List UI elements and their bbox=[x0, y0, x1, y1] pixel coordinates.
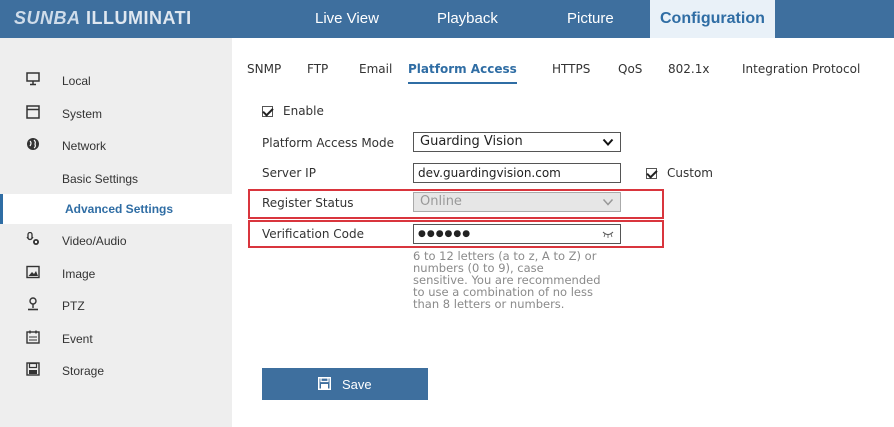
tab-qos[interactable]: QoS bbox=[618, 62, 642, 84]
sidebar-item-video-audio[interactable]: Video/Audio bbox=[0, 226, 232, 256]
sidebar-item-event[interactable]: Event bbox=[0, 324, 232, 354]
sidebar-label-image: Image bbox=[62, 267, 96, 281]
sidebar-label-local: Local bbox=[62, 74, 91, 88]
custom-label: Custom bbox=[667, 166, 713, 180]
hint-line-5: than 8 letters or numbers. bbox=[413, 297, 565, 311]
enable-label: Enable bbox=[283, 104, 324, 118]
sidebar-item-advanced-settings[interactable]: Advanced Settings bbox=[0, 194, 232, 224]
window-icon bbox=[26, 105, 40, 119]
tab-email[interactable]: Email bbox=[359, 62, 392, 84]
sidebar-label-basic-settings: Basic Settings bbox=[62, 172, 139, 186]
sidebar-item-image[interactable]: Image bbox=[0, 259, 232, 289]
ptz-icon bbox=[28, 297, 38, 311]
platform-access-mode-select[interactable]: Guarding Vision bbox=[413, 132, 621, 152]
logo-part2: ILLUMINATI bbox=[86, 8, 192, 28]
register-status-select: Online bbox=[413, 192, 621, 212]
sidebar-item-ptz[interactable]: PTZ bbox=[0, 291, 232, 321]
tab-snmp[interactable]: SNMP bbox=[247, 62, 281, 84]
sidebar-item-basic-settings[interactable]: Basic Settings bbox=[0, 164, 232, 194]
tab-platform-access[interactable]: Platform Access bbox=[408, 62, 517, 84]
eye-hidden-icon[interactable] bbox=[602, 229, 614, 239]
monitor-icon bbox=[26, 72, 40, 86]
tab-8021x[interactable]: 802.1x bbox=[668, 62, 709, 84]
nav-configuration[interactable]: Configuration bbox=[650, 0, 775, 38]
sidebar-label-network: Network bbox=[62, 139, 107, 153]
disk-icon bbox=[26, 362, 40, 376]
platform-access-mode-label: Platform Access Mode bbox=[262, 136, 395, 150]
sidebar-label-system: System bbox=[62, 107, 103, 121]
sidebar-label-advanced-settings: Advanced Settings bbox=[65, 202, 174, 216]
save-button[interactable]: Save bbox=[262, 368, 428, 400]
image-icon bbox=[26, 265, 40, 279]
globe-icon bbox=[27, 138, 39, 150]
verification-code-value: ●●●●●● bbox=[418, 229, 472, 239]
sidebar-label-event: Event bbox=[62, 332, 93, 346]
register-status-label: Register Status bbox=[262, 196, 354, 210]
sidebar-item-network[interactable]: Network bbox=[0, 131, 232, 161]
verification-code-input[interactable]: ●●●●●● bbox=[413, 224, 621, 244]
enable-checkbox[interactable] bbox=[262, 106, 273, 117]
save-label: Save bbox=[342, 377, 372, 392]
verification-code-label: Verification Code bbox=[262, 227, 364, 241]
sidebar-label-storage: Storage bbox=[62, 364, 105, 378]
config-tabs: SNMP FTP Email Platform Access HTTPS QoS… bbox=[232, 38, 894, 88]
sidebar-item-system[interactable]: System bbox=[0, 99, 232, 129]
top-nav-bar: SUNBA ILLUMINATI Live View Playback Pict… bbox=[0, 0, 894, 38]
brand-logo: SUNBA ILLUMINATI bbox=[14, 8, 192, 29]
logo-part1: SUNBA bbox=[14, 8, 81, 28]
sidebar-label-ptz: PTZ bbox=[62, 299, 85, 313]
tab-https[interactable]: HTTPS bbox=[552, 62, 590, 84]
sidebar: Local System Network Basic Settings Adva… bbox=[0, 38, 232, 427]
sidebar-label-video-audio: Video/Audio bbox=[62, 234, 127, 248]
custom-checkbox[interactable] bbox=[646, 168, 657, 179]
mic-camera-icon bbox=[26, 232, 39, 245]
tab-ftp[interactable]: FTP bbox=[307, 62, 328, 84]
nav-live-view[interactable]: Live View bbox=[315, 0, 379, 38]
sidebar-item-local[interactable]: Local bbox=[0, 66, 232, 96]
calendar-icon bbox=[26, 330, 40, 344]
nav-picture[interactable]: Picture bbox=[567, 0, 614, 38]
platform-access-mode-value: Guarding Vision bbox=[420, 134, 523, 149]
server-ip-label: Server IP bbox=[262, 166, 316, 180]
chevron-down-icon bbox=[602, 138, 614, 146]
save-icon bbox=[318, 377, 331, 390]
register-status-value: Online bbox=[420, 194, 462, 209]
chevron-down-icon bbox=[602, 198, 614, 206]
sidebar-item-storage[interactable]: Storage bbox=[0, 356, 232, 386]
nav-playback[interactable]: Playback bbox=[437, 0, 498, 38]
tab-integration-protocol[interactable]: Integration Protocol bbox=[742, 62, 860, 84]
server-ip-input[interactable]: dev.guardingvision.com bbox=[413, 163, 621, 183]
verification-code-hint: 6 to 12 letters (a to z, A to Z) or numb… bbox=[413, 250, 628, 310]
